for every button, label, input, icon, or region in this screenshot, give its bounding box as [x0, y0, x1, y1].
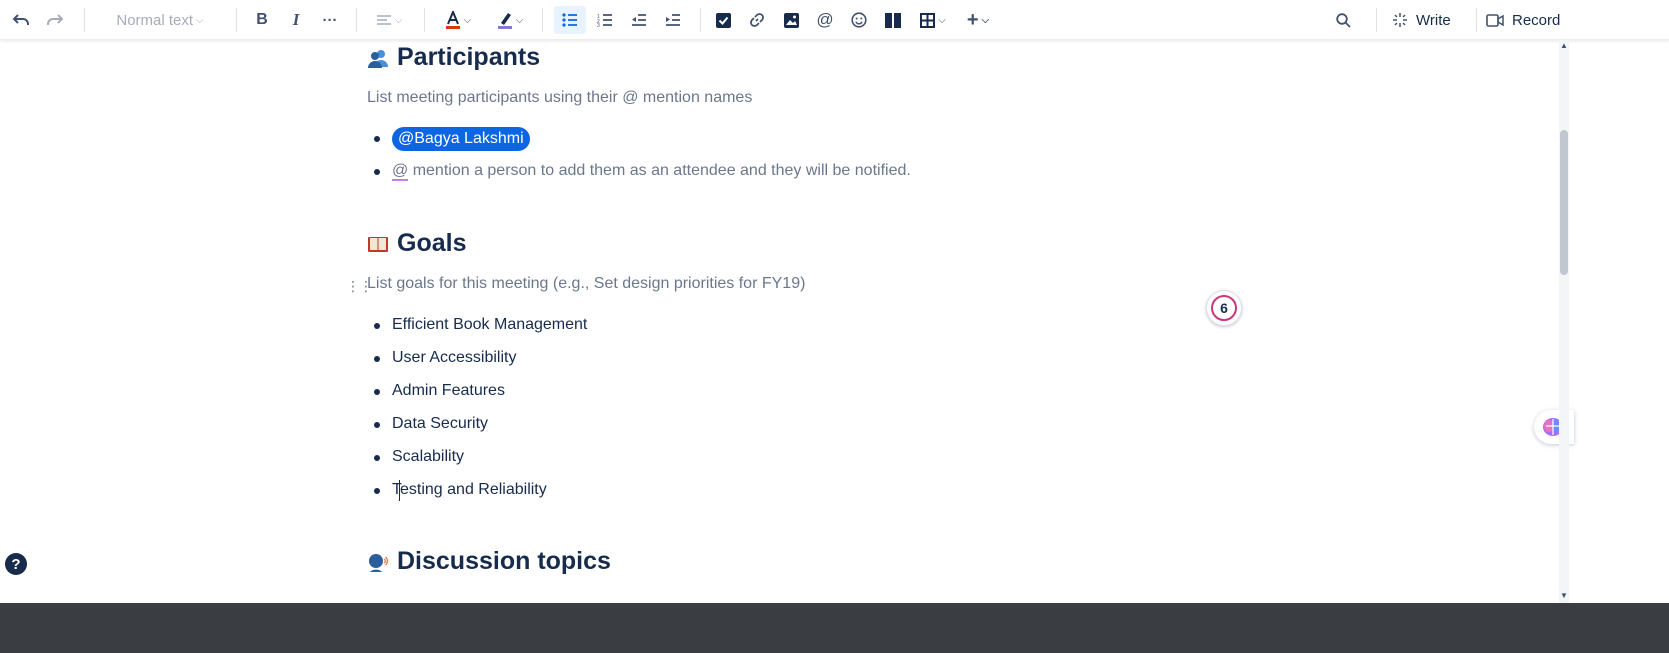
redo-icon[interactable] — [42, 6, 68, 34]
toolbar-divider — [700, 8, 701, 32]
toolbar-divider — [236, 8, 237, 32]
vertical-scrollbar[interactable] — [1559, 40, 1569, 603]
alignment-icon[interactable]: ⌵ — [370, 6, 408, 34]
busts-in-silhouette-icon — [368, 49, 388, 68]
write-label: Write — [1416, 11, 1451, 29]
toolbar-divider — [542, 8, 543, 32]
inline-comment-badge[interactable]: 6 — [1206, 290, 1242, 326]
list-item: @Bagya Lakshmi — [374, 127, 911, 160]
task-checkbox-icon[interactable] — [710, 6, 736, 34]
more-formatting-icon[interactable]: ··· — [318, 6, 342, 34]
goals-placeholder: List goals for this meeting (e.g., Set d… — [367, 275, 806, 292]
search-icon[interactable] — [1330, 6, 1356, 34]
chevron-down-icon: ⌵ — [981, 14, 990, 26]
participants-heading: Participants — [367, 43, 540, 72]
list-item[interactable]: User Accessibility — [373, 347, 587, 380]
speaking-head-icon — [369, 553, 389, 572]
goals-list: Efficient Book Management User Accessibi… — [373, 314, 587, 512]
list-item[interactable]: Admin Features — [373, 380, 587, 413]
bullet-list-icon[interactable] — [554, 6, 586, 34]
mention-hint-at: @ — [392, 162, 409, 181]
chevron-down-icon: ⌵ — [463, 14, 472, 26]
bottom-bar — [0, 603, 1669, 653]
image-icon[interactable] — [778, 6, 804, 34]
chevron-down-icon: ⌵ — [938, 14, 946, 26]
goals-heading: Goals — [367, 229, 466, 258]
participants-placeholder: List meeting participants using their @ … — [367, 89, 753, 106]
discussion-heading: Discussion topics — [367, 547, 611, 576]
layout-columns-icon[interactable] — [880, 6, 906, 34]
mention-icon[interactable]: @ — [812, 6, 838, 34]
numbered-list-icon[interactable]: 123 — [592, 6, 618, 34]
emoji-icon[interactable] — [846, 6, 872, 34]
svg-text:3: 3 — [597, 23, 600, 27]
chevron-down-icon: ⌵ — [394, 14, 403, 26]
text-cursor — [399, 480, 400, 501]
toolbar-divider — [1376, 8, 1377, 32]
record-button[interactable]: Record — [1486, 6, 1566, 34]
record-label: Record — [1512, 11, 1561, 29]
plus-icon: + — [966, 8, 979, 31]
link-icon[interactable] — [744, 6, 770, 34]
toolbar-divider — [424, 8, 425, 32]
scroll-down-icon[interactable]: ▼ — [1560, 592, 1568, 600]
goals-heading-text: Goals — [397, 229, 467, 257]
open-book-icon — [368, 236, 388, 252]
list-item[interactable]: Testing and Reliability — [373, 479, 587, 512]
table-icon[interactable]: ⌵ — [912, 6, 954, 34]
scrollbar-thumb[interactable] — [1560, 130, 1568, 275]
text-style-label: Normal text — [116, 11, 194, 29]
participants-heading-text: Participants — [397, 43, 541, 71]
sparkle-icon — [1393, 13, 1407, 27]
chevron-down-icon: ⌵ — [515, 14, 524, 26]
video-camera-icon — [1486, 13, 1504, 27]
undo-icon[interactable] — [8, 6, 34, 34]
bold-icon[interactable]: B — [250, 6, 274, 34]
indent-icon[interactable] — [660, 6, 686, 34]
list-item[interactable]: Efficient Book Management — [373, 314, 587, 347]
toolbar-divider — [1476, 8, 1477, 32]
list-item: @ mention a person to add them as an att… — [374, 160, 911, 193]
highlight-icon[interactable]: ⌵ — [492, 6, 528, 34]
discussion-heading-text: Discussion topics — [397, 547, 611, 575]
list-item[interactable]: Data Security — [373, 413, 587, 446]
insert-plus-icon[interactable]: + ⌵ — [960, 6, 996, 34]
chevron-down-icon: ⌵ — [196, 14, 204, 26]
toolbar-divider — [84, 8, 85, 32]
editor-toolbar: Normal text ⌵ B I ··· ⌵ ⌵ ⌵ 123 @ ⌵ + ⌵ … — [0, 0, 1669, 40]
mention-hint[interactable]: @ mention a person to add them as an att… — [392, 162, 911, 181]
participants-list: @Bagya Lakshmi @ mention a person to add… — [374, 127, 911, 193]
comment-count: 6 — [1211, 295, 1237, 321]
italic-icon[interactable]: I — [284, 6, 308, 34]
mention-chip[interactable]: @Bagya Lakshmi — [392, 127, 530, 151]
mention-hint-text: mention a person to add them as an atten… — [408, 162, 911, 179]
text-color-icon[interactable]: ⌵ — [440, 6, 476, 34]
toolbar-divider — [356, 8, 357, 32]
help-icon[interactable]: ? — [5, 553, 27, 575]
list-item[interactable]: Scalability — [373, 446, 587, 479]
outdent-icon[interactable] — [626, 6, 652, 34]
write-button[interactable]: Write — [1392, 6, 1468, 34]
scroll-up-icon[interactable]: ▲ — [1560, 42, 1568, 50]
text-style-dropdown[interactable]: Normal text ⌵ — [100, 6, 220, 34]
